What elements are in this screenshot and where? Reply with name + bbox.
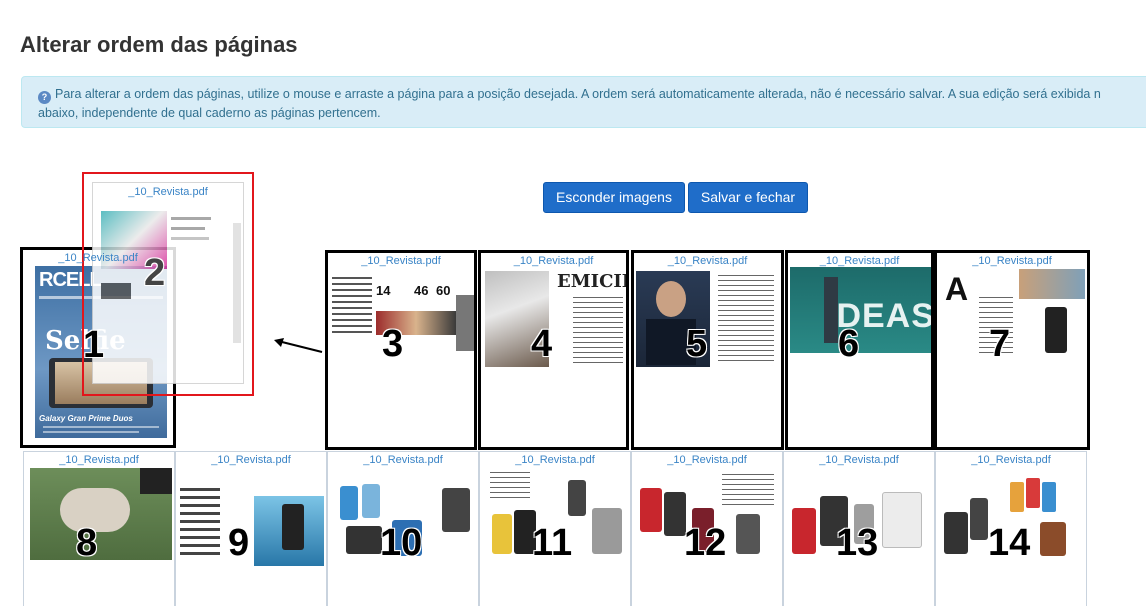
page-tile-11[interactable]: _10_Revista.pdf 11 [479, 451, 631, 606]
page-filename: _10_Revista.pdf [59, 454, 139, 466]
page-thumbnail: A [939, 267, 1087, 361]
page-thumbnail [30, 468, 172, 560]
page-number: 1 [83, 324, 105, 366]
page-tile-2-dragging[interactable]: _10_Revista.pdf 2 [82, 172, 254, 396]
hide-images-button[interactable]: Esconder imagens [543, 182, 685, 213]
page-number: 8 [76, 522, 98, 564]
page-filename: _10_Revista.pdf [515, 454, 595, 466]
page-tile-7[interactable]: _10_Revista.pdf A 7 [934, 250, 1090, 450]
page-filename: _10_Revista.pdf [819, 454, 899, 466]
page-filename: _10_Revista.pdf [972, 255, 1052, 267]
info-alert: ? Para alterar a ordem das páginas, utili… [21, 76, 1146, 128]
page-tile-9[interactable]: _10_Revista.pdf 9 [175, 451, 327, 606]
page-tile-3[interactable]: _10_Revista.pdf 14 46 60 3 [325, 250, 477, 450]
page-tile-13[interactable]: _10_Revista.pdf 13 [783, 451, 935, 606]
page-filename: _10_Revista.pdf [211, 454, 291, 466]
page-thumbnail: IDEAS [790, 267, 931, 353]
info-line-1: ? Para alterar a ordem das páginas, utili… [38, 85, 1146, 104]
page-tile-8[interactable]: _10_Revista.pdf 8 [23, 451, 175, 606]
cover-subheadline: Galaxy Gran Prime Duos [39, 414, 133, 423]
page-number: 6 [838, 323, 860, 365]
info-line-2: abaixo, independente de qual caderno as … [38, 106, 381, 120]
page-filename: _10_Revista.pdf [667, 255, 748, 267]
page-number: 13 [836, 522, 879, 564]
page-title: Alterar ordem das páginas [20, 32, 298, 57]
page-number: 4 [531, 323, 553, 365]
page-number: 11 [532, 522, 573, 564]
page-thumbnail [178, 468, 326, 568]
page-tile-6[interactable]: _10_Revista.pdf IDEAS 6 [785, 250, 934, 450]
drag-arrow-icon [274, 338, 323, 353]
page-thumbnail: EMICIDA [483, 267, 626, 369]
page-thumbnail [636, 267, 781, 369]
page-number: 12 [684, 522, 727, 564]
page-filename: _10_Revista.pdf [363, 454, 443, 466]
page-filename: _10_Revista.pdf [819, 255, 900, 267]
page-number: 7 [989, 323, 1011, 365]
page-number: 3 [382, 323, 404, 365]
info-text-1: Para alterar a ordem das páginas, utiliz… [55, 87, 1101, 101]
page-filename: _10_Revista.pdf [513, 255, 594, 267]
page-filename: _10_Revista.pdf [128, 186, 208, 198]
save-close-button[interactable]: Salvar e fechar [688, 182, 808, 213]
page-number: 14 [988, 522, 1031, 564]
page-tile-14[interactable]: _10_Revista.pdf 14 [935, 451, 1087, 606]
page-filename: _10_Revista.pdf [667, 454, 747, 466]
page-number: 2 [144, 252, 166, 294]
page-thumbnail [92, 182, 244, 384]
page-number: 5 [686, 323, 708, 365]
page-filename: _10_Revista.pdf [361, 255, 441, 267]
page-tile-10[interactable]: _10_Revista.pdf 10 [327, 451, 479, 606]
page-tile-12[interactable]: _10_Revista.pdf 12 [631, 451, 783, 606]
info-icon: ? [38, 91, 51, 104]
page-tile-5[interactable]: _10_Revista.pdf 5 [631, 250, 784, 450]
page-filename: _10_Revista.pdf [971, 454, 1051, 466]
page-number: 9 [228, 522, 250, 564]
page-number: 10 [380, 522, 423, 564]
page-tile-4[interactable]: _10_Revista.pdf EMICIDA 4 [478, 250, 629, 450]
